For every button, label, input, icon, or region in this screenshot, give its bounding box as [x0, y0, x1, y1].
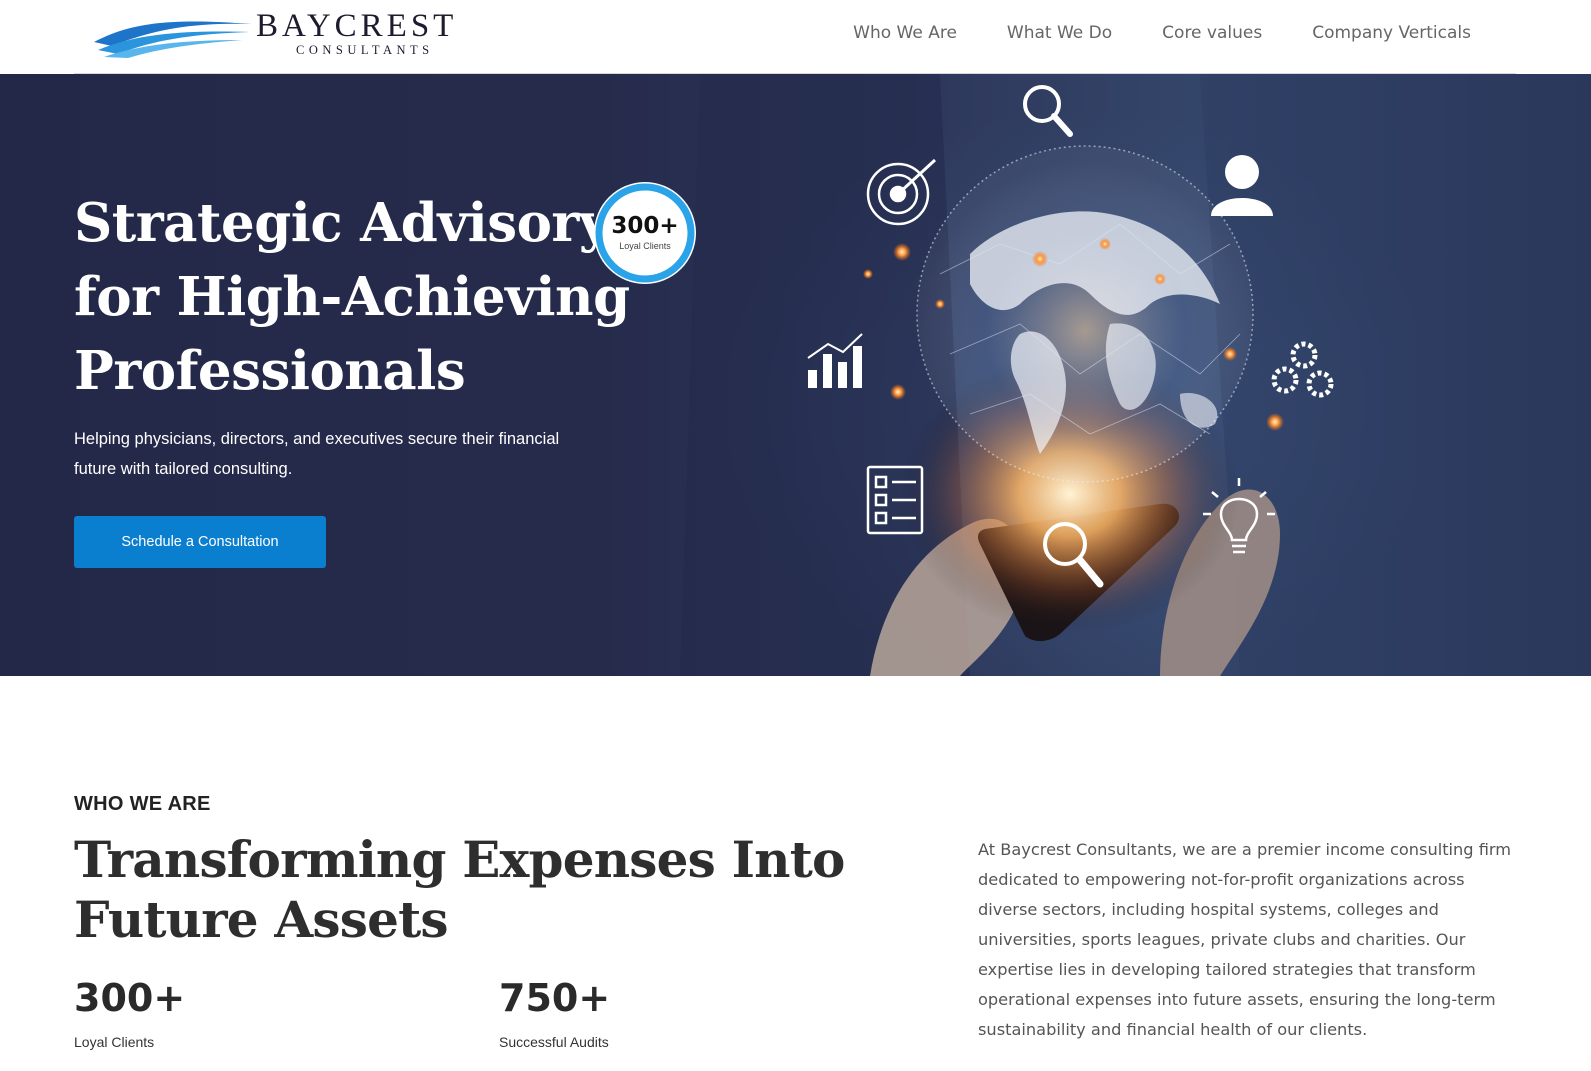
- stat-loyal-clients: 300+ Loyal Clients: [74, 976, 185, 1050]
- logo[interactable]: BAYCREST CONSULTANTS: [92, 8, 482, 58]
- nav-core-values[interactable]: Core values: [1162, 20, 1262, 46]
- stat-value: 750+: [499, 976, 611, 1020]
- nav-who-we-are[interactable]: Who We Are: [853, 20, 957, 46]
- nav-company-verticals[interactable]: Company Verticals: [1312, 20, 1471, 46]
- logo-waves-icon: [94, 21, 252, 58]
- section-title: Transforming Expenses Into Future Assets: [74, 830, 854, 950]
- stat-label: Loyal Clients: [74, 1034, 155, 1050]
- magnifier-icon: [1023, 85, 1073, 137]
- logo-subtitle: CONSULTANTS: [296, 43, 434, 57]
- section-eyebrow: WHO WE ARE: [74, 793, 211, 815]
- nav-what-we-do[interactable]: What We Do: [1007, 20, 1112, 46]
- hero-title-line: Professionals: [74, 340, 466, 402]
- hero-section: Strategic Advisory for High-Achieving Pr…: [0, 74, 1591, 676]
- hero-title-line: for High-Achieving: [74, 266, 630, 328]
- site-header: BAYCREST CONSULTANTS Who We Are What We …: [0, 0, 1591, 74]
- hero-illustration: [680, 74, 1591, 676]
- logo-title: BAYCREST: [256, 8, 458, 44]
- badge-label: Loyal Clients: [619, 241, 671, 251]
- section-body: At Baycrest Consultants, we are a premie…: [978, 840, 1512, 1039]
- main-nav: Who We Are What We Do Core values Compan…: [803, 20, 1471, 46]
- stat-label: Successful Audits: [499, 1034, 609, 1050]
- schedule-consultation-button[interactable]: Schedule a Consultation: [74, 516, 326, 568]
- loyal-clients-badge: 300+ Loyal Clients: [594, 182, 696, 284]
- hero-title-line: Strategic Advisory: [74, 192, 610, 254]
- hero-title: Strategic Advisory for High-Achieving Pr…: [74, 186, 634, 408]
- hero-subtitle: Helping physicians, directors, and execu…: [74, 430, 560, 478]
- stat-successful-audits: 750+ Successful Audits: [499, 976, 610, 1050]
- section-title-line: Transforming Expenses Into: [74, 830, 845, 889]
- stat-value: 300+: [74, 976, 186, 1020]
- section-title-line: Future Assets: [74, 890, 449, 949]
- badge-value: 300+: [611, 213, 679, 239]
